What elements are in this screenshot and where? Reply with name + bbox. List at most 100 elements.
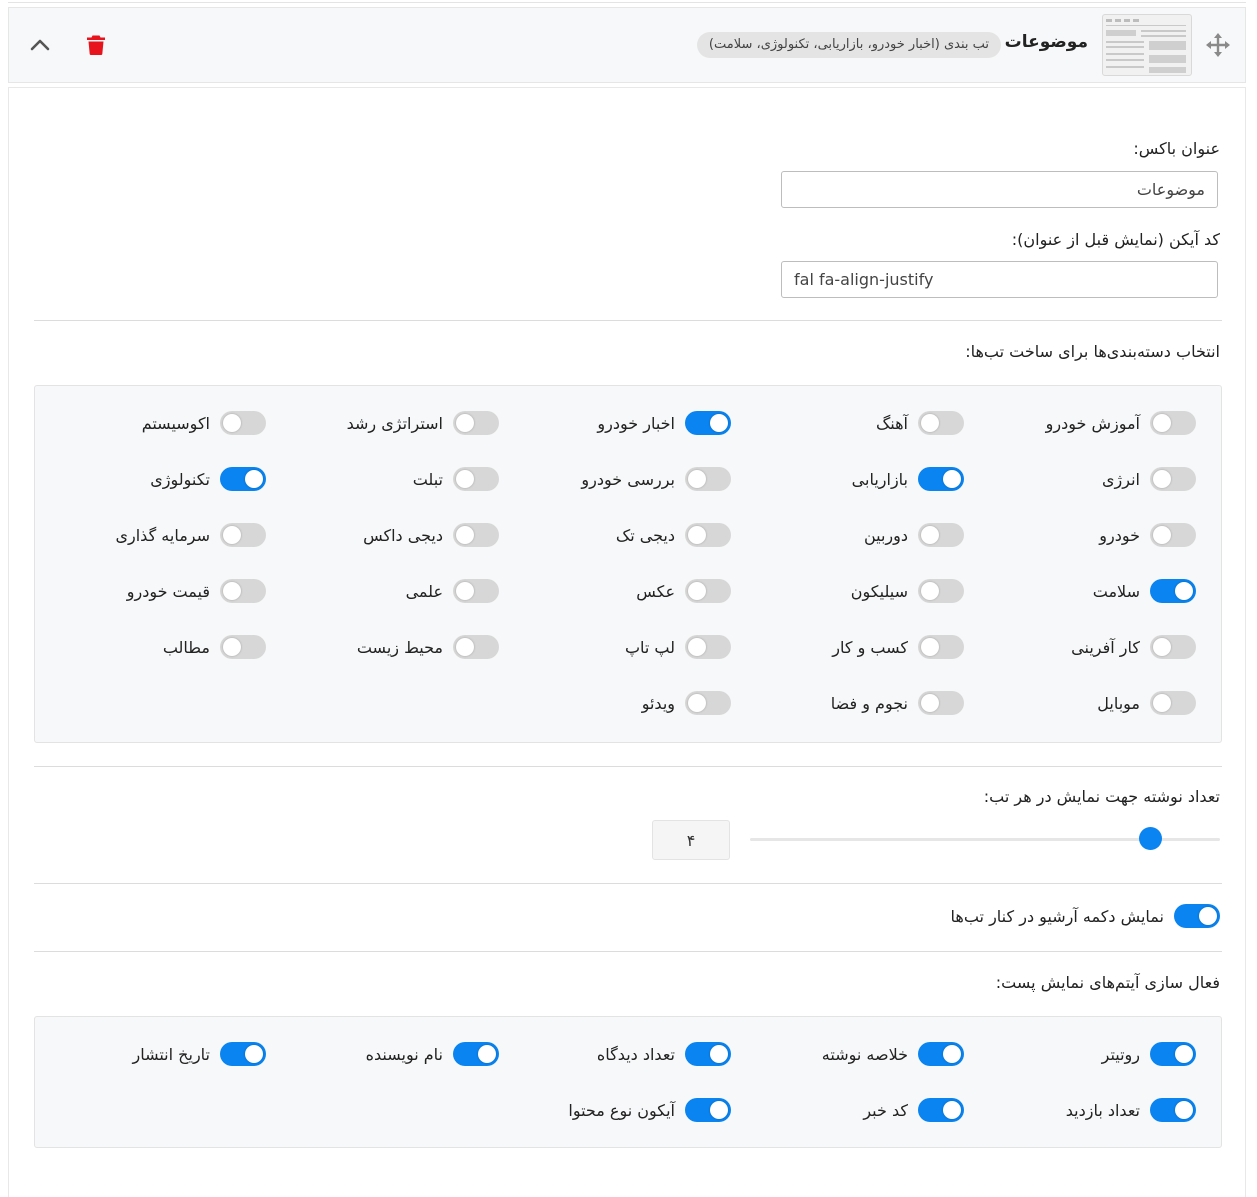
- toggle-switch[interactable]: [453, 523, 499, 547]
- widget-header: موضوعات تب بندی (اخبار خودرو، بازاریابی،…: [8, 7, 1246, 83]
- category-toggle[interactable]: سلامت: [1093, 578, 1196, 604]
- post-count-slider-thumb[interactable]: [1138, 827, 1162, 850]
- icon-code-label: کد آیکن (نمایش قبل از عنوان):: [1011, 230, 1220, 249]
- post-item-label: تعداد دیدگاه: [596, 1044, 675, 1064]
- category-toggle[interactable]: دیجی داکس: [363, 522, 499, 548]
- post-item-toggle[interactable]: آیکون نوع محتوا: [568, 1097, 731, 1123]
- category-toggle[interactable]: عکس: [636, 578, 731, 604]
- toggle-switch[interactable]: [918, 467, 964, 491]
- box-title-input[interactable]: [781, 171, 1218, 208]
- post-item-toggle[interactable]: نام نویسنده: [366, 1041, 499, 1067]
- trash-icon[interactable]: [86, 34, 106, 56]
- category-toggle[interactable]: کار آفرینی: [1071, 634, 1196, 660]
- category-label: اخبار خودرو: [597, 413, 675, 433]
- toggle-switch[interactable]: [685, 467, 731, 491]
- toggle-switch[interactable]: [220, 635, 266, 659]
- toggle-switch[interactable]: [1150, 691, 1196, 715]
- toggle-switch[interactable]: [685, 579, 731, 603]
- category-toggle[interactable]: سیلیکون: [851, 578, 964, 604]
- toggle-switch[interactable]: [453, 635, 499, 659]
- toggle-switch[interactable]: [1150, 635, 1196, 659]
- chevron-up-icon[interactable]: [29, 35, 51, 55]
- toggle-switch[interactable]: [453, 579, 499, 603]
- post-item-toggle[interactable]: روتیتر: [1102, 1041, 1196, 1067]
- toggle-switch[interactable]: [685, 691, 731, 715]
- category-label: سیلیکون: [850, 581, 908, 601]
- toggle-switch[interactable]: [1174, 904, 1220, 928]
- toggle-switch[interactable]: [220, 523, 266, 547]
- post-item-toggle[interactable]: تاریخ انتشار: [132, 1041, 266, 1067]
- category-toggle[interactable]: مطالب: [163, 634, 266, 660]
- category-toggle[interactable]: آموزش خودرو: [1046, 410, 1196, 436]
- category-toggle[interactable]: ویدئو: [642, 690, 731, 716]
- category-toggle[interactable]: علمی: [406, 578, 499, 604]
- layout-thumbnail-image: [1106, 19, 1186, 73]
- toggle-switch[interactable]: [918, 411, 964, 435]
- widget-title: موضوعات: [1004, 32, 1088, 52]
- category-toggle[interactable]: تکنولوژی: [150, 466, 266, 492]
- category-toggle[interactable]: خودرو: [1099, 522, 1196, 548]
- toggle-switch[interactable]: [220, 1042, 266, 1066]
- toggle-switch[interactable]: [453, 411, 499, 435]
- category-toggle[interactable]: محیط زیست: [357, 634, 499, 660]
- category-label: آهنگ: [875, 413, 908, 433]
- post-item-toggle[interactable]: تعداد دیدگاه: [597, 1041, 731, 1067]
- section-divider: [34, 766, 1222, 767]
- category-label: سرمایه گذاری: [115, 525, 210, 545]
- archive-button-toggle[interactable]: نمایش دکمه آرشیو در کنار تب‌ها: [951, 903, 1220, 929]
- icon-code-input[interactable]: [781, 261, 1218, 298]
- toggle-switch[interactable]: [685, 523, 731, 547]
- category-toggle[interactable]: بازاریابی: [852, 466, 964, 492]
- category-toggle[interactable]: کسب و کار: [832, 634, 964, 660]
- toggle-switch[interactable]: [685, 1042, 731, 1066]
- category-toggle[interactable]: استراتژی رشد: [347, 410, 499, 436]
- toggle-switch[interactable]: [220, 411, 266, 435]
- category-label: آموزش خودرو: [1045, 413, 1140, 433]
- toggle-switch[interactable]: [1150, 1098, 1196, 1122]
- toggle-switch[interactable]: [1150, 523, 1196, 547]
- category-toggle[interactable]: لپ تاپ: [625, 634, 731, 660]
- post-item-toggle[interactable]: تعداد بازدید: [1066, 1097, 1196, 1123]
- category-label: تبلت: [412, 469, 443, 489]
- category-toggle[interactable]: سرمایه گذاری: [115, 522, 266, 548]
- category-toggle[interactable]: موبایل: [1097, 690, 1196, 716]
- toggle-switch[interactable]: [453, 1042, 499, 1066]
- toggle-switch[interactable]: [918, 1098, 964, 1122]
- toggle-switch[interactable]: [1150, 1042, 1196, 1066]
- toggle-switch[interactable]: [918, 691, 964, 715]
- post-item-label: تعداد بازدید: [1065, 1100, 1140, 1120]
- toggle-switch[interactable]: [918, 579, 964, 603]
- category-label: قیمت خودرو: [126, 581, 210, 601]
- category-toggle[interactable]: قیمت خودرو: [127, 578, 266, 604]
- post-item-label: خلاصه نوشته: [821, 1044, 908, 1064]
- category-toggle[interactable]: اخبار خودرو: [597, 410, 731, 436]
- box-title-label: عنوان باکس:: [1133, 139, 1220, 158]
- toggle-switch[interactable]: [1150, 411, 1196, 435]
- toggle-switch[interactable]: [453, 467, 499, 491]
- category-label: محیط زیست: [356, 637, 443, 657]
- toggle-switch[interactable]: [220, 467, 266, 491]
- toggle-switch[interactable]: [918, 1042, 964, 1066]
- toggle-switch[interactable]: [685, 1098, 731, 1122]
- post-item-toggle[interactable]: کد خبر: [863, 1097, 964, 1123]
- category-toggle[interactable]: بررسی خودرو: [581, 466, 731, 492]
- toggle-switch[interactable]: [685, 635, 731, 659]
- category-toggle[interactable]: دیجی تک: [616, 522, 731, 548]
- category-toggle[interactable]: اکوسیستم: [142, 410, 266, 436]
- toggle-switch[interactable]: [220, 579, 266, 603]
- category-toggle[interactable]: دوربین: [864, 522, 964, 548]
- move-arrows-icon[interactable]: [1205, 32, 1231, 58]
- category-label: انرژی: [1102, 469, 1140, 489]
- category-label: دیجی داکس: [363, 525, 443, 545]
- toggle-switch[interactable]: [685, 411, 731, 435]
- post-item-toggle[interactable]: خلاصه نوشته: [822, 1041, 964, 1067]
- toggle-switch[interactable]: [1150, 467, 1196, 491]
- category-toggle[interactable]: انرژی: [1102, 466, 1196, 492]
- toggle-switch[interactable]: [918, 523, 964, 547]
- category-toggle[interactable]: تبلت: [413, 466, 499, 492]
- toggle-switch[interactable]: [1150, 579, 1196, 603]
- toggle-switch[interactable]: [918, 635, 964, 659]
- category-toggle[interactable]: آهنگ: [876, 410, 964, 436]
- category-toggle[interactable]: نجوم و فضا: [831, 690, 964, 716]
- post-items-toggle-box: روتیتر خلاصه نوشته تعداد دیدگاه نام نویسنده…: [34, 1016, 1222, 1148]
